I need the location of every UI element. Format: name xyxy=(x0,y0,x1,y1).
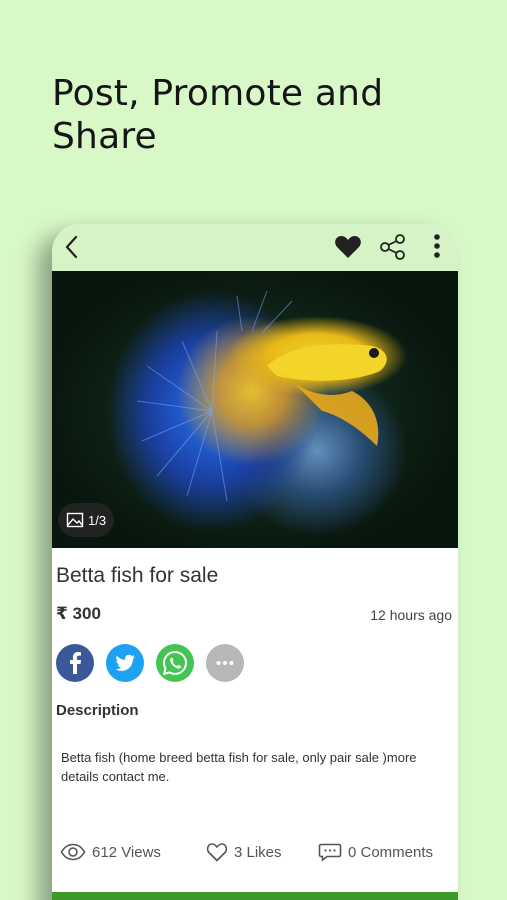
back-arrow-icon[interactable] xyxy=(58,232,88,262)
headline-line-1: Post, Promote and xyxy=(52,73,384,114)
photo-counter: 1/3 xyxy=(58,503,115,537)
views-count: 612 Views xyxy=(92,843,161,861)
more-share-button[interactable] xyxy=(206,644,244,682)
photo-counter-text: 1/3 xyxy=(88,512,107,528)
whatsapp-icon xyxy=(162,650,188,676)
heart-outline-icon xyxy=(206,843,228,862)
facebook-share-button[interactable] xyxy=(56,644,94,682)
more-options-icon xyxy=(216,661,234,665)
heart-icon[interactable] xyxy=(333,232,363,262)
listing-title: Betta fish for sale xyxy=(56,564,219,587)
facebook-icon xyxy=(70,652,81,674)
comments-stat[interactable]: 0 Comments xyxy=(318,840,433,864)
description-heading: Description xyxy=(56,702,139,719)
description-text: Betta fish (home breed betta fish for sa… xyxy=(61,750,417,784)
whatsapp-share-button[interactable] xyxy=(156,644,194,682)
listing-photo[interactable]: 1/3 xyxy=(52,271,458,548)
image-icon xyxy=(66,512,84,528)
twitter-share-button[interactable] xyxy=(106,644,144,682)
likes-count: 3 Likes xyxy=(234,843,282,861)
more-vert-icon[interactable] xyxy=(424,232,454,262)
headline: Post, Promote and Share xyxy=(52,72,472,158)
comments-count: 0 Comments xyxy=(348,843,434,861)
comment-icon xyxy=(318,843,342,862)
phone-screen: 1/3 Betta fish for sale ₹ 300 12 hours a… xyxy=(52,224,458,900)
listing-price: ₹ 300 xyxy=(56,604,101,623)
posted-time: 12 hours ago xyxy=(370,607,452,623)
headline-line-2: Share xyxy=(52,116,157,157)
twitter-icon xyxy=(115,654,135,671)
eye-icon xyxy=(60,843,86,861)
share-icon[interactable] xyxy=(378,232,408,262)
views-stat: 612 Views xyxy=(60,840,161,864)
bottom-action-bar[interactable] xyxy=(52,892,458,900)
app-bar xyxy=(52,224,458,271)
likes-stat[interactable]: 3 Likes xyxy=(206,840,282,864)
